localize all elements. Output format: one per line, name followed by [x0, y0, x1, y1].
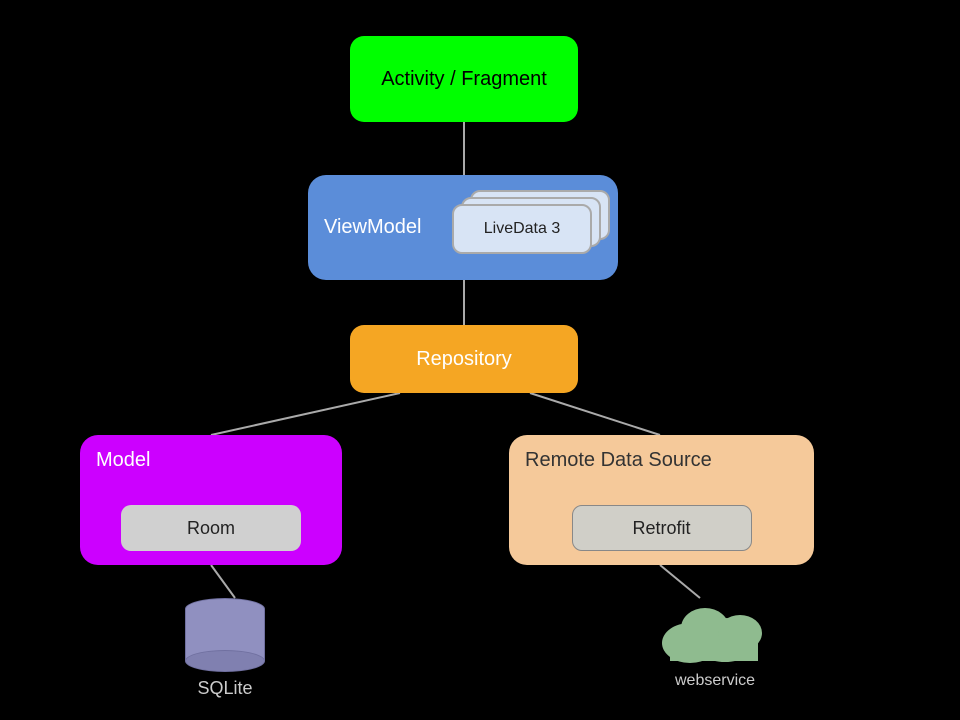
- viewmodel-box: ViewModel LiveData 3: [308, 175, 618, 280]
- webservice-container: webservice: [650, 598, 780, 690]
- sqlite-container: SQLite: [185, 598, 265, 699]
- retrofit-label: Retrofit: [632, 518, 690, 539]
- retrofit-card: Retrofit: [572, 505, 752, 551]
- cylinder-bottom: [185, 650, 265, 672]
- livedata-card-3: LiveData 3: [452, 204, 592, 254]
- model-label: Model: [96, 449, 150, 472]
- cloud-icon: [650, 598, 780, 668]
- repository-box: Repository: [350, 325, 578, 393]
- viewmodel-label: ViewModel: [324, 216, 421, 239]
- livedata-label: LiveData 3: [484, 220, 561, 238]
- sqlite-label: SQLite: [197, 678, 252, 699]
- room-card: Room: [121, 505, 301, 551]
- activity-fragment-label: Activity / Fragment: [381, 68, 547, 91]
- room-label: Room: [187, 518, 235, 539]
- architecture-diagram: Activity / Fragment ViewModel LiveData 3…: [0, 0, 960, 720]
- remote-data-source-label: Remote Data Source: [525, 449, 712, 472]
- webservice-label: webservice: [675, 672, 755, 690]
- model-box: Model Room: [80, 435, 342, 565]
- activity-fragment-box: Activity / Fragment: [350, 36, 578, 122]
- sqlite-cylinder: [185, 598, 265, 672]
- livedata-stack: LiveData 3: [452, 190, 602, 265]
- repository-label: Repository: [416, 348, 512, 371]
- remote-data-source-box: Remote Data Source Retrofit: [509, 435, 814, 565]
